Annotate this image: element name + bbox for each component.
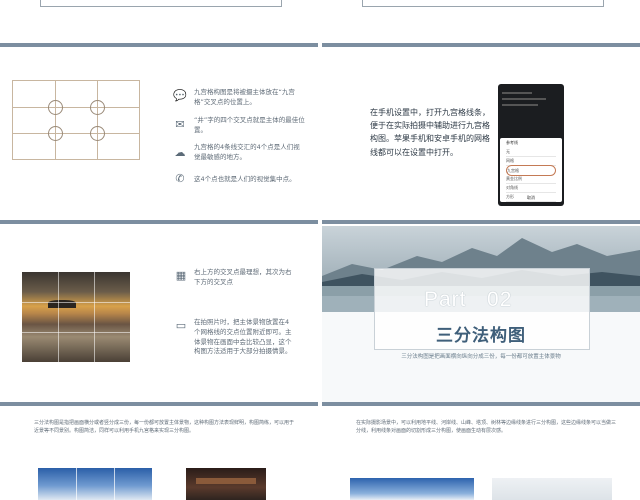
intersection-circle [90,100,105,115]
phone-status-bar [502,88,560,108]
grid-line [94,272,95,362]
grid-point-text: 九宫格构图是将被摄主体放在“九宫格”交叉点的位置上。 [194,88,295,106]
intersection-circle [90,126,105,141]
landscape-photo [492,478,612,500]
sky-photo [38,468,152,500]
thirds-lines-text: 在实际摄影场景中，可以利用地平线、河岸线、山峰、塔顶、树林等边缘线条进行三分构图… [356,420,617,434]
grid-line [58,272,59,362]
slide-divider-bar [0,220,318,224]
grid-line [22,332,130,333]
envelope-icon: ✉ [175,118,185,131]
slide-part-title: Part 02 三分法构图 三分法构图是把画面横向纵向分成三份，每一份都可放置主… [322,226,640,402]
grid-line [55,81,56,159]
temple-roof [196,478,256,484]
cloud-icon: ☁ [174,146,186,159]
grid-point-text: “井”字的四个交叉点就是主体的最佳位置。 [194,116,305,134]
grid-point-text: 九宫格的4条线交汇的4个点是人们视觉最敏感的地方。 [194,143,300,161]
grid-line [114,468,115,500]
grid-line [97,81,98,159]
slide-sunset-example: ▦ 右上方的交叉点最理想，其次为右下方的交叉点 ▭ 在拍照片时，把主体景物放置在… [0,226,318,402]
intersection-circle [48,126,63,141]
slide-phone-settings: 在手机设置中，打开九宫格线条，便于在实际拍摄中辅助进行九宫格构图。苹果手机和安卓… [322,48,640,220]
grid-icon: ▦ [175,269,187,282]
slide-divider-bar [0,43,318,47]
grid-line [13,133,139,134]
slide-frame [362,0,604,7]
slide-divider-bar [322,43,640,47]
nine-grid-diagram [12,80,140,160]
sheet-title: 参考线 [506,140,518,145]
grid-line [22,302,130,303]
phone-icon: ✆ [175,172,185,185]
cancel-button[interactable]: 取消 [500,195,562,201]
grid-point-text: 这4个点也就是人们的视觉集中点。 [194,175,296,183]
slide-divider-bar [322,402,640,406]
thirds-intro-text: 三分法构图是指把画面横分或者竖分成三份，每一份都可放置主体景物，这种构图方法表现… [34,420,295,434]
phone-settings-text: 在手机设置中，打开九宫格线条，便于在实际拍摄中辅助进行九宫格构图。苹果手机和安卓… [370,108,490,157]
grid-line [13,107,139,108]
sunset-point-text: 在拍照片时，把主体景物放置在4个网格线的交点位置附近即可。主体景物在画面中会比较… [194,318,292,356]
slide-rule-of-thirds-lines: 在实际摄影场景中，可以利用地平线、河岸线、山峰、塔顶、树林等边缘线条进行三分构图… [322,408,640,500]
landscape-photo [350,478,474,500]
slide-top-left [0,0,318,44]
slide-rule-of-thirds-intro: 三分法构图是指把画面横分或者竖分成三份，每一份都可放置主体景物，这种构图方法表现… [0,408,318,500]
slide-divider-bar [322,220,640,224]
section-title: 三分法构图 [436,326,526,346]
grid-line [76,468,77,500]
intersection-circle [48,100,63,115]
sunset-point-text: 右上方的交叉点最理想，其次为右下方的交叉点 [194,268,292,286]
monitor-icon: ▭ [175,319,187,332]
part-label: Part 02 [424,288,513,311]
slide-grid-explanation: 💬 九宫格构图是将被摄主体放在“九宫格”交叉点的位置上。 ✉ “井”字的四个交叉… [0,48,318,220]
slide-top-right [322,0,640,44]
sunset-beach-photo [22,272,130,362]
slide-frame [40,0,282,7]
slide-divider-bar [0,402,318,406]
phone-screen-sheet: 参考线 无 网格 九宫格 黄金比例 对角线 方形 取消 [500,138,562,202]
phone-mockup: 参考线 无 网格 九宫格 黄金比例 对角线 方形 取消 [498,84,564,206]
temple-photo [186,468,266,500]
chat-bubble-icon: 💬 [173,89,187,102]
section-subtitle: 三分法构图是把画面横向纵向分成三份，每一份都可放置主体景物 [401,354,561,360]
